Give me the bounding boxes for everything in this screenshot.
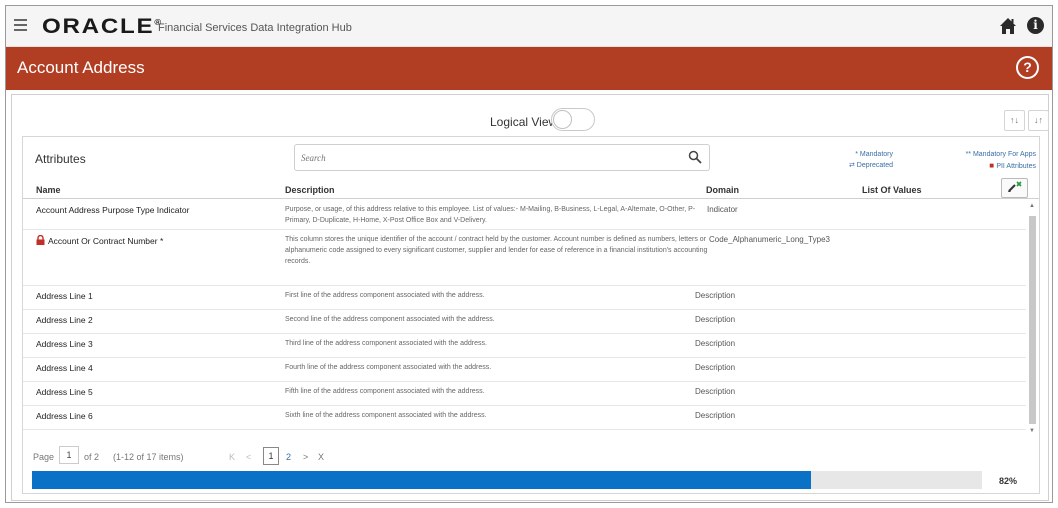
table-row[interactable]: Address Line 4 Fourth line of the address… — [23, 358, 1026, 382]
legend-mandatory-apps: ** Mandatory For Apps — [965, 151, 1036, 158]
product-name: Financial Services Data Integration Hub — [158, 22, 352, 34]
hamburger-menu-icon[interactable] — [14, 19, 27, 31]
table-row[interactable]: Address Line 6 Sixth line of the address … — [23, 406, 1026, 430]
table-row[interactable]: Account Address Purpose Type Indicator Pu… — [23, 200, 1026, 230]
attribute-name: Address Line 6 — [36, 411, 93, 421]
column-header-domain: Domain — [706, 185, 740, 195]
prev-page-icon[interactable]: < — [246, 452, 251, 462]
attribute-description: Third line of the address component asso… — [285, 340, 487, 347]
attribute-name-text: Address Line 1 — [36, 291, 93, 301]
legend-deprecated: Deprecated — [856, 162, 893, 169]
toggle-knob — [553, 110, 572, 129]
attribute-name: Address Line 5 — [36, 387, 93, 397]
table-row[interactable]: Address Line 1 First line of the address … — [23, 286, 1026, 310]
scrollbar-thumb[interactable] — [1029, 216, 1036, 424]
column-header-description: Description — [285, 185, 335, 195]
app-window: ORACLE® Financial Services Data Integrat… — [5, 5, 1053, 503]
attribute-domain: Description — [695, 339, 736, 348]
info-icon[interactable]: i — [1027, 17, 1044, 34]
attribute-domain: Description — [695, 291, 736, 300]
table-body: Account Address Purpose Type Indicator Pu… — [23, 200, 1026, 443]
attributes-section: Attributes * Mandatory ⇄ Deprecated ** M… — [22, 136, 1040, 494]
pii-lock-icon — [36, 235, 45, 245]
attribute-domain: Description — [695, 387, 736, 396]
attribute-description: This column stores the unique identifier… — [285, 236, 708, 265]
scroll-down-icon[interactable]: ▼ — [1029, 428, 1035, 434]
page-title: Account Address — [17, 58, 145, 77]
clear-filter-button[interactable] — [1001, 178, 1028, 198]
sort-ascending-icon[interactable]: ↑↓ — [1004, 110, 1025, 131]
page-1-button[interactable]: 1 — [263, 447, 279, 465]
attribute-description: Second line of the address component ass… — [285, 316, 495, 323]
clear-filter-icon — [1008, 181, 1022, 192]
attribute-name-text: Address Line 4 — [36, 363, 93, 373]
scroll-up-icon[interactable]: ▲ — [1029, 203, 1035, 209]
attribute-description: First line of the address component asso… — [285, 292, 485, 299]
attribute-description: Sixth line of the address component asso… — [285, 412, 487, 419]
attribute-description: Fourth line of the address component ass… — [285, 364, 492, 371]
legend-apps-pii: ** Mandatory For Apps ■ PII Attributes — [966, 149, 1036, 172]
progress-fill — [32, 471, 811, 489]
legend-pii: PII Attributes — [996, 163, 1036, 170]
attribute-name: Account Address Purpose Type Indicator — [36, 205, 189, 215]
progress-percent: 82% — [999, 476, 1018, 486]
next-page-icon[interactable]: > — [303, 452, 308, 462]
attribute-name: Address Line 1 — [36, 291, 93, 301]
attribute-name: Address Line 3 — [36, 339, 93, 349]
attribute-name-text: Address Line 3 — [36, 339, 93, 349]
attribute-name: Address Line 2 — [36, 315, 93, 325]
table-row[interactable]: Address Line 5 Fifth line of the address … — [23, 382, 1026, 406]
logical-view-label: Logical View — [490, 115, 558, 129]
last-page-icon[interactable]: X — [318, 452, 324, 462]
attribute-domain: Indicator — [707, 205, 738, 214]
table-header: Name Description Domain List Of Values — [23, 178, 1039, 199]
table-row[interactable]: Address Line 2 Second line of the address… — [23, 310, 1026, 334]
legend-mandatory-deprecated: * Mandatory ⇄ Deprecated — [849, 149, 893, 171]
search-icon[interactable] — [688, 150, 702, 164]
attribute-name: Account Or Contract Number * — [36, 235, 163, 246]
attribute-domain: Description — [695, 363, 736, 372]
legend-mandatory: * Mandatory — [855, 151, 893, 158]
table-row[interactable]: Address Line 3 Third line of the address … — [23, 334, 1026, 358]
page-label: Page — [33, 452, 55, 462]
table-row[interactable]: Account Or Contract Number * This column … — [23, 230, 1026, 286]
attribute-description: Purpose, or usage, of this address relat… — [285, 206, 696, 224]
attribute-domain: Code_Alphanumeric_Long_Type3 — [709, 235, 830, 244]
attribute-name-text: Address Line 5 — [36, 387, 93, 397]
progress-bar — [32, 471, 982, 489]
attribute-name-text: Account Or Contract Number * — [48, 236, 164, 246]
help-icon[interactable]: ? — [1016, 56, 1039, 79]
vertical-scrollbar[interactable]: ▲ ▼ — [1028, 203, 1037, 443]
top-bar: ORACLE® Financial Services Data Integrat… — [6, 6, 1052, 47]
logical-view-toggle[interactable] — [551, 108, 595, 131]
attribute-name-text: Account Address Purpose Type Indicator — [36, 205, 190, 215]
column-header-list-of-values: List Of Values — [862, 185, 922, 195]
page-number-input[interactable] — [59, 446, 79, 464]
first-page-icon[interactable]: K — [229, 452, 235, 462]
deprecated-icon: ⇄ — [848, 162, 857, 169]
page-of-label: of 2 — [84, 452, 100, 462]
page-title-bar: Account Address ? — [6, 47, 1052, 90]
attributes-label: Attributes — [35, 152, 86, 166]
attribute-name-text: Address Line 2 — [36, 315, 93, 325]
search-input[interactable] — [295, 145, 675, 170]
attribute-description: Fifth line of the address component asso… — [285, 388, 485, 395]
oracle-logo: ORACLE® — [42, 15, 162, 38]
items-count: (1-12 of 17 items) — [113, 452, 184, 462]
page-2-button[interactable]: 2 — [286, 452, 291, 462]
attribute-domain: Description — [695, 315, 736, 324]
attribute-name-text: Address Line 6 — [36, 411, 93, 421]
search-box — [294, 144, 710, 171]
attribute-name: Address Line 4 — [36, 363, 93, 373]
content-panel: Logical View ↑↓ ↓↑ Attributes * Mandator… — [11, 94, 1049, 501]
sort-descending-icon[interactable]: ↓↑ — [1028, 110, 1049, 131]
attribute-domain: Description — [695, 411, 736, 420]
column-header-name: Name — [36, 185, 61, 195]
home-icon[interactable] — [999, 17, 1017, 35]
